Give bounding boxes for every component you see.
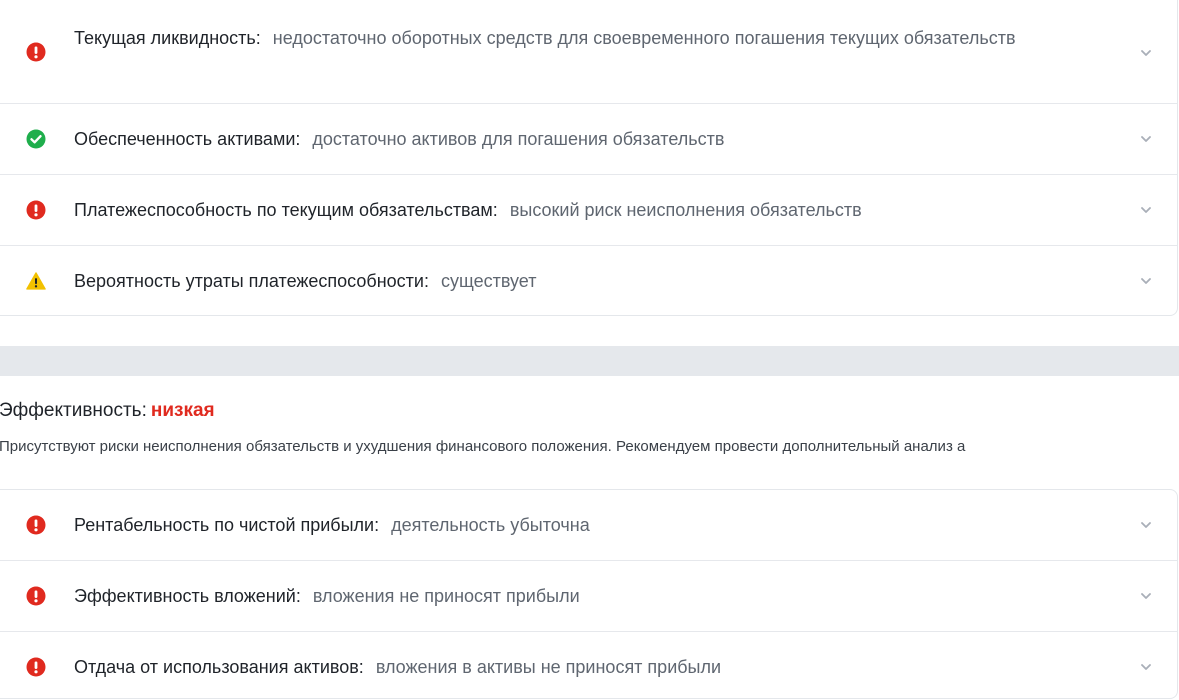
chevron-down-icon[interactable] <box>1139 132 1153 146</box>
chevron-down-icon[interactable] <box>1139 46 1153 60</box>
exclamation-circle-icon <box>26 42 46 62</box>
indicator-row-solvency-loss-probability[interactable]: Вероятность утраты платежеспособности: су… <box>0 246 1177 317</box>
indicator-row-asset-turnover[interactable]: Отдача от использования активов: вложения… <box>0 632 1177 700</box>
chevron-down-icon[interactable] <box>1139 589 1153 603</box>
exclamation-circle-icon <box>26 515 46 535</box>
indicator-label: Рентабельность по чистой прибыли: <box>74 515 380 535</box>
chevron-down-icon[interactable] <box>1139 203 1153 217</box>
solvency-indicators-card: Текущая ликвидность: недостаточно оборотн… <box>0 0 1178 316</box>
indicator-row-current-liquidity[interactable]: Текущая ликвидность: недостаточно оборотн… <box>0 0 1177 104</box>
check-circle-icon <box>26 129 46 149</box>
exclamation-circle-icon <box>26 200 46 220</box>
indicator-label: Отдача от использования активов: <box>74 657 364 677</box>
indicator-text: Обеспеченность активами: достаточно актив… <box>74 124 1087 154</box>
section-separator <box>0 346 1179 376</box>
efficiency-section-title: Эффективность: низкая <box>0 398 215 424</box>
efficiency-description: Присутствуют риски неисполнения обязател… <box>0 438 966 455</box>
indicator-text: Вероятность утраты платежеспособности: су… <box>74 266 1087 296</box>
chevron-down-icon[interactable] <box>1139 660 1153 674</box>
indicator-label: Обеспеченность активами: <box>74 129 301 149</box>
indicator-row-net-profit-margin[interactable]: Рентабельность по чистой прибыли: деятель… <box>0 490 1177 561</box>
indicator-text: Текущая ликвидность: недостаточно оборотн… <box>74 23 1087 53</box>
indicator-row-current-solvency[interactable]: Платежеспособность по текущим обязательс… <box>0 175 1177 246</box>
indicator-value: вложения не приносят прибыли <box>312 586 580 606</box>
indicator-row-asset-coverage[interactable]: Обеспеченность активами: достаточно актив… <box>0 104 1177 175</box>
indicator-label: Вероятность утраты платежеспособности: <box>74 271 429 291</box>
indicator-label: Текущая ликвидность: <box>74 28 261 48</box>
indicator-text: Эффективность вложений: вложения не прино… <box>74 581 1087 611</box>
efficiency-title-label: Эффективность: <box>0 400 147 421</box>
indicator-text: Отдача от использования активов: вложения… <box>74 652 1087 682</box>
exclamation-circle-icon <box>26 586 46 606</box>
efficiency-indicators-card: Рентабельность по чистой прибыли: деятель… <box>0 489 1178 699</box>
efficiency-level-badge: низкая <box>150 400 215 421</box>
indicator-label: Платежеспособность по текущим обязательс… <box>74 200 498 220</box>
indicator-row-investment-efficiency[interactable]: Эффективность вложений: вложения не прино… <box>0 561 1177 632</box>
indicator-text: Рентабельность по чистой прибыли: деятель… <box>74 510 1087 540</box>
indicator-text: Платежеспособность по текущим обязательс… <box>74 195 1087 225</box>
indicator-value: существует <box>440 271 537 291</box>
exclamation-circle-icon <box>26 657 46 677</box>
chevron-down-icon[interactable] <box>1139 274 1153 288</box>
chevron-down-icon[interactable] <box>1139 518 1153 532</box>
indicator-value: деятельность убыточна <box>391 515 590 535</box>
indicator-label: Эффективность вложений: <box>74 586 301 606</box>
indicator-value: вложения в активы не приносят прибыли <box>375 657 722 677</box>
indicator-value: высокий риск неисполнения обязательств <box>509 200 862 220</box>
indicator-value: недостаточно оборотных средств для своев… <box>272 28 1016 48</box>
warning-triangle-icon <box>26 271 46 291</box>
indicator-value: достаточно активов для погашения обязате… <box>312 129 725 149</box>
